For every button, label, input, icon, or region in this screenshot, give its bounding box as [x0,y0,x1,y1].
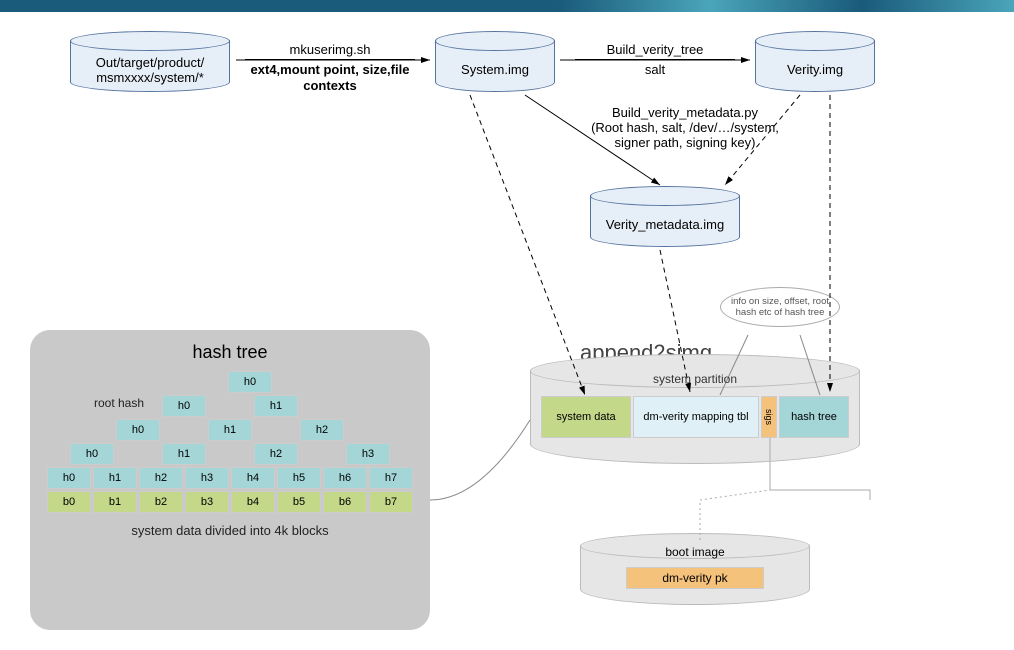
hash-cell: h2 [254,443,298,465]
node-source: Out/target/product/ msmxxxx/system/* [70,40,230,92]
cell-system-data: system data [541,396,631,438]
hash-cell: h1 [254,395,298,417]
hash-cell: h1 [162,443,206,465]
partition-band: system data dm-verity mapping tbl sigs h… [541,396,849,438]
hash-cell: h3 [185,467,229,489]
system-partition-disk: system partition system data dm-verity m… [530,370,860,464]
hash-cell: h2 [300,419,344,441]
hash-cell: h4 [231,467,275,489]
node-verity-img: Verity.img [755,40,875,92]
node-source-line2: msmxxxx/system/* [96,70,204,85]
header-accent-bar [0,0,1014,12]
cell-hash-tree: hash tree [779,396,849,438]
hash-cell: h7 [369,467,413,489]
node-system-img: System.img [435,40,555,92]
block-cell: b7 [369,491,413,513]
block-cell: b1 [93,491,137,513]
system-partition-title: system partition [531,372,859,386]
hash-cell: h0 [47,467,91,489]
block-cell: b2 [139,491,183,513]
boot-image-disk: boot image dm-verity pk [580,545,810,605]
node-source-line1: Out/target/product/ [96,55,204,70]
hash-cell: h1 [93,467,137,489]
hash-tree-caption: system data divided into 4k blocks [30,523,430,538]
node-verity-metadata: Verity_metadata.img [590,195,740,247]
cell-dm-verity-mapping: dm-verity mapping tbl [633,396,759,438]
boot-image-title: boot image [581,545,809,559]
hash-tree-title: hash tree [30,330,430,363]
hash-cell: h3 [346,443,390,465]
hash-cell: h6 [323,467,367,489]
block-cell: b5 [277,491,321,513]
hash-cell: h0 [70,443,114,465]
hash-tree: h0 h0 h1 h0 h1 h2 h0 h1 h2 h3 h0 h1 h2 h [30,371,430,513]
block-cell: b4 [231,491,275,513]
edge-build-verity-metadata: Build_verity_metadata.py (Root hash, sal… [560,105,810,150]
hash-cell: h0 [162,395,206,417]
block-cell: b6 [323,491,367,513]
callout-hash-info: info on size, offset, root hash etc of h… [720,287,840,327]
hash-cell: h1 [208,419,252,441]
hash-cell: h5 [277,467,321,489]
edge-build-verity-tree: Build_verity_tree salt [575,42,735,77]
block-cell: b3 [185,491,229,513]
block-cell: b0 [47,491,91,513]
hash-tree-panel: hash tree root hash h0 h0 h1 h0 h1 h2 h0… [30,330,430,630]
cell-sigs: sigs [761,396,777,438]
hash-cell: h0 [116,419,160,441]
edge-mkuserimg: mkuserimg.sh ext4,mount point, size,file… [245,42,415,95]
hash-cell: h0 [228,371,272,393]
dm-verity-pk-cell: dm-verity pk [626,567,764,589]
hash-cell: h2 [139,467,183,489]
